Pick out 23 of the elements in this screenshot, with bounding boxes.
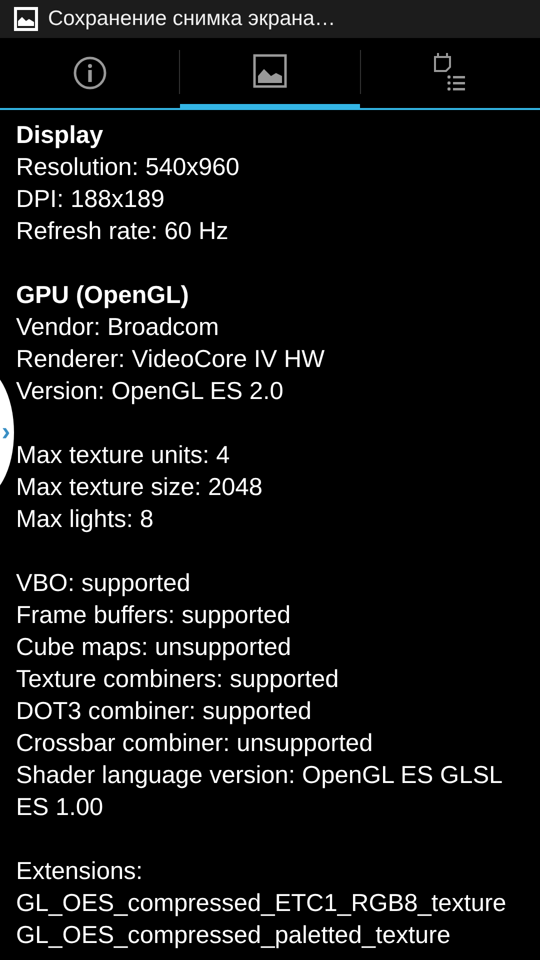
section-title: Display [16,121,104,151]
info-line: GL_OES_compressed_paletted_texture [16,921,452,951]
info-line: Renderer: VideoCore IV HW [16,345,326,375]
info-line: Texture combiners: supported [16,665,340,695]
info-line: Refresh rate: 60 Hz [16,217,230,247]
chevron-icon: › [1,411,11,451]
info-line: Crossbar combiner: unsupported [16,729,374,759]
info-line: Frame buffers: supported [16,601,292,631]
info-line: GL_OES_compressed_ETC1_RGB8_texture [16,889,508,919]
info-line: DOT3 combiner: supported [16,697,312,727]
info-line: Max lights: 8 [16,505,155,535]
section-title: GPU (OpenGL) [16,281,190,311]
info-line: Resolution: 540x960 [16,153,240,183]
info-line: Max texture size: 2048 [16,473,264,503]
info-line: Shader language version: OpenGL ES GLSL ES 1.00 [16,761,503,823]
info-line: Version: OpenGL ES 2.0 [16,377,284,407]
info-line: Extensions: [16,857,144,887]
info-line: DPI: 188x189 [16,185,166,215]
info-line: Max texture units: 4 [16,441,231,471]
info-line: Vendor: Broadcom [16,313,220,343]
notification-text: Сохранение снимка экрана… [48,6,336,32]
info-line: Cube maps: unsupported [16,633,292,663]
info-line: VBO: supported [16,569,192,599]
